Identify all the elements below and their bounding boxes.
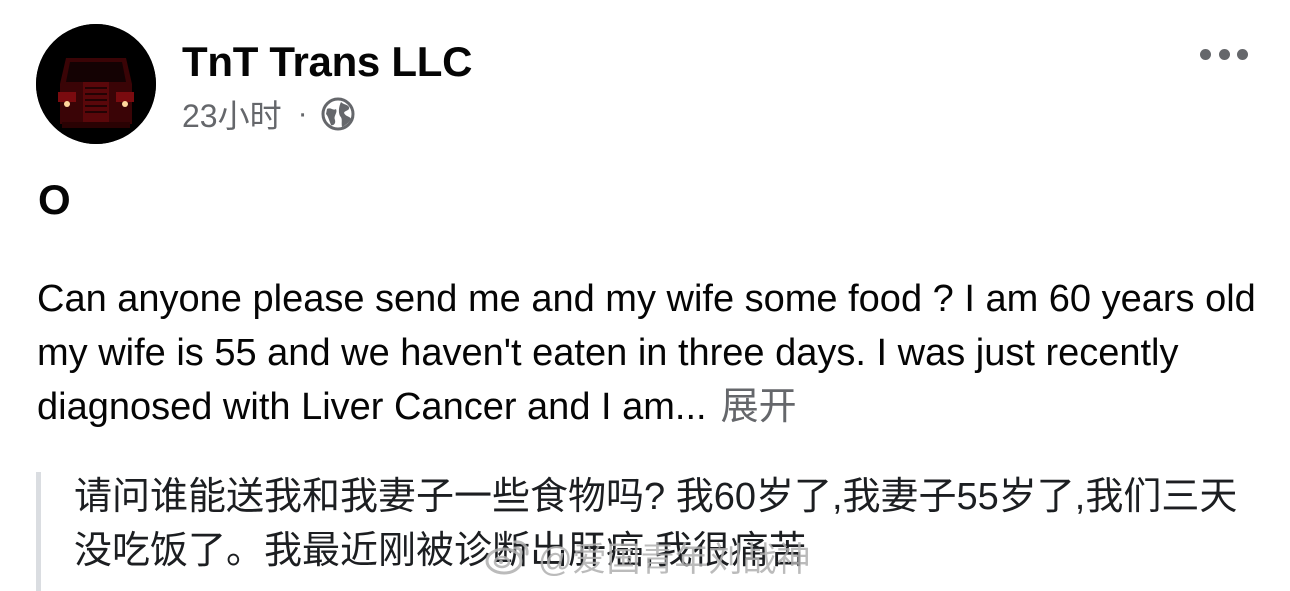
globe-icon <box>320 96 356 132</box>
red-truck-avatar-icon <box>36 24 156 144</box>
post-body: Can anyone please send me and my wife so… <box>37 272 1257 434</box>
post-title: O <box>38 176 71 223</box>
more-options-icon[interactable] <box>1200 44 1248 64</box>
expand-link[interactable]: 展开 <box>721 386 797 428</box>
weibo-logo-icon <box>485 540 529 575</box>
quote-bar <box>36 472 41 591</box>
author-name[interactable]: TnT Trans LLC <box>182 38 472 86</box>
post-body-text: Can anyone please send me and my wife so… <box>37 278 1256 428</box>
avatar[interactable] <box>36 24 156 144</box>
more-dot <box>1200 48 1211 60</box>
watermark-text: @爱国青年刘战神 <box>538 540 811 579</box>
post-time[interactable]: 23小时 <box>182 91 282 137</box>
more-dot <box>1237 48 1248 60</box>
separator-dot: · <box>297 97 308 130</box>
post-meta: 23小时 · <box>182 94 356 134</box>
more-dot <box>1218 48 1230 60</box>
watermark: @爱国青年刘战神 <box>484 534 811 579</box>
